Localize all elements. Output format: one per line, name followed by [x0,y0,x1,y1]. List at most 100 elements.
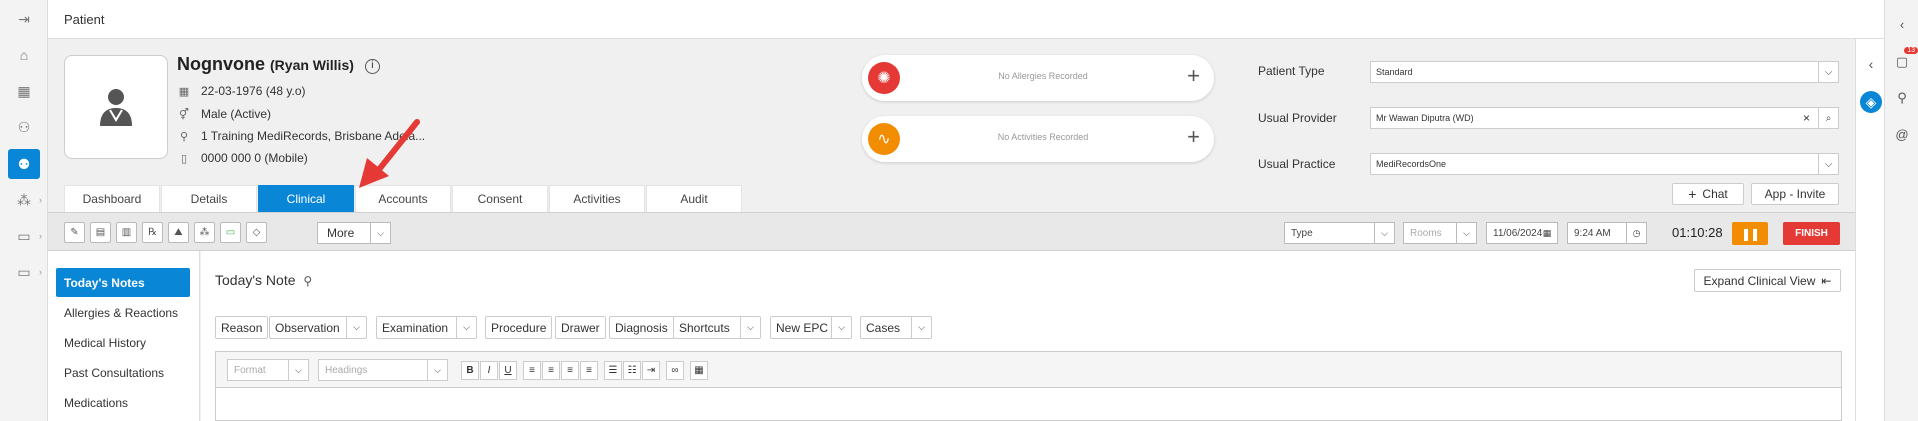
collapse-panel-icon[interactable]: ‹ [1860,53,1882,75]
chevron-down-icon: ⌵ [427,360,447,380]
numbered-list-icon[interactable]: ☷ [623,361,641,380]
letter-icon[interactable]: ▥ [116,222,137,243]
patient-type-select[interactable]: Standard ⌵ [1370,61,1839,83]
left-app-bar: ⇥ ⌂ ▦ ⚇ ⚉ ⁂ › ▭ › ▭ › [0,0,48,421]
shortcuts-dropdown[interactable]: Shortcuts ⌵ [673,316,761,339]
chevron-down-icon: ⌵ [288,360,308,380]
cases-dropdown[interactable]: Cases ⌵ [860,316,932,339]
clock-icon[interactable]: ◷ [1626,223,1646,243]
headings-select[interactable]: Headings ⌵ [318,359,448,381]
calendar-icon[interactable]: ▦ [1537,223,1557,243]
gender-icon: ⚥ [179,108,189,121]
imaging-icon[interactable]: ⛰ [168,222,189,243]
align-left-icon[interactable]: ≡ [523,361,541,380]
note-editor[interactable]: Format ⌵ Headings ⌵ B I U ≡ ≡ ≡ ≡ ☰ ☷ ⇥ ∞ … [215,351,1842,421]
collapse-right-icon[interactable]: ‹ [1892,14,1912,34]
tag-icon[interactable]: ◈ [1860,91,1882,113]
app-invite-button[interactable]: App - Invite [1751,183,1839,205]
modules-icon[interactable]: ⁂ › [8,185,42,215]
tab-dashboard[interactable]: Dashboard [64,185,160,212]
usual-provider-label: Usual Provider [1258,111,1337,125]
home-icon[interactable]: ⌂ [8,40,40,70]
info-icon[interactable]: i [364,59,380,74]
chat-icon[interactable]: ▢ 13 [1892,47,1918,72]
activity-icon: ∿ [868,123,900,155]
edit-note-icon[interactable]: ✎ [64,222,85,243]
add-allergy-button[interactable]: + [1187,65,1200,87]
layers-icon[interactable]: ◇ [246,222,267,243]
align-center-icon[interactable]: ≡ [542,361,560,380]
chevron-down-icon: ⌵ [911,317,931,338]
chevron-down-icon: ⌵ [740,317,760,338]
usual-practice-select[interactable]: MediRecordsOne ⌵ [1370,153,1839,175]
plus-icon: + [1688,186,1697,202]
pathology-icon[interactable]: ⁂ [194,222,215,243]
date-input[interactable]: 11/06/2024 ▦ [1486,222,1558,244]
observation-dropdown[interactable]: Observation ⌵ [269,316,367,339]
bullet-list-icon[interactable]: ☰ [604,361,622,380]
add-activity-button[interactable]: + [1187,126,1200,148]
patient-name: Nognvone (Ryan Willis) i [177,54,380,75]
procedure-button[interactable]: Procedure [485,316,553,339]
nav-medications[interactable]: Medications [56,388,190,417]
usual-provider-field[interactable]: Mr Wawan Diputra (WD) × ⌕ [1370,107,1839,129]
patient-type-label: Patient Type [1258,64,1325,78]
chat-button[interactable]: + Chat [1672,183,1744,205]
diagnosis-button[interactable]: Diagnosis [609,316,674,339]
tab-consent[interactable]: Consent [452,185,548,212]
right-app-bar: ‹ ▢ 13 ⚲ @ [1884,0,1918,421]
link-icon[interactable]: ∞ [666,361,684,380]
chevron-down-icon: ⌵ [1818,62,1838,82]
tab-clinical[interactable]: Clinical [258,185,354,212]
expand-icon: ⇤ [1821,273,1832,288]
documents-icon[interactable]: ▤ [90,222,111,243]
new-epc-dropdown[interactable]: New EPC ⌵ [770,316,852,339]
italic-icon[interactable]: I [480,361,498,380]
mention-icon[interactable]: @ [1892,124,1912,144]
nav-medical-history[interactable]: Medical History [56,328,190,357]
monitor-icon[interactable]: ▭ [220,222,241,243]
underline-icon[interactable]: U [499,361,517,380]
more-button[interactable]: More ⌵ [317,222,391,244]
expand-clinical-view-button[interactable]: Expand Clinical View ⇤ [1694,269,1841,292]
pin-icon[interactable]: ⚲ [1892,88,1912,108]
folder-settings-icon[interactable]: ▭ › [8,257,42,287]
patient-icon[interactable]: ⚉ [8,149,40,179]
drawer-button[interactable]: Drawer [555,316,606,339]
nav-past-consultations[interactable]: Past Consultations [56,358,190,387]
examination-dropdown[interactable]: Examination ⌵ [376,316,477,339]
paperclip-icon[interactable]: ⚲ [303,274,312,288]
tab-audit[interactable]: Audit [646,185,742,212]
pause-button[interactable]: ❚❚ [1732,222,1768,245]
reason-button[interactable]: Reason [215,316,269,339]
tab-activities[interactable]: Activities [549,185,645,212]
calendar-icon[interactable]: ▦ [8,76,40,106]
clinical-toolbar: ✎ ▤ ▥ ℞ ⛰ ⁂ ▭ ◇ More ⌵ Type ⌵ Rooms ⌵ 11… [48,212,1855,251]
nav-todays-notes[interactable]: Today's Notes [56,268,190,297]
format-select[interactable]: Format ⌵ [227,359,309,381]
clear-icon[interactable]: × [1803,111,1810,125]
time-input[interactable]: 9:24 AM ◷ [1567,222,1647,244]
search-icon[interactable]: ⌕ [1818,108,1838,128]
location-icon: ⚲ [179,130,189,143]
top-bar: Patient [48,0,1884,39]
users-icon[interactable]: ⚇ [8,112,40,142]
nav-allergies[interactable]: Allergies & Reactions [56,298,190,327]
indent-icon[interactable]: ⇥ [642,361,660,380]
type-select[interactable]: Type ⌵ [1284,222,1395,244]
page-title: Patient [64,12,105,27]
align-right-icon[interactable]: ≡ [561,361,579,380]
prescription-icon[interactable]: ℞ [142,222,163,243]
finish-button[interactable]: FINISH [1783,222,1840,245]
folder-icon[interactable]: ▭ › [8,221,42,251]
align-justify-icon[interactable]: ≡ [580,361,598,380]
table-icon[interactable]: ▦ [690,361,708,380]
chevron-down-icon: ⌵ [831,317,851,338]
rooms-select[interactable]: Rooms ⌵ [1403,222,1477,244]
chevron-down-icon: ⌵ [456,317,476,338]
expand-menu-icon[interactable]: ⇥ [8,4,40,34]
tab-details[interactable]: Details [161,185,257,212]
bold-icon[interactable]: B [461,361,479,380]
chevron-down-icon: ⌵ [370,223,390,243]
secondary-side-panel: ‹ ◈ [1855,39,1884,421]
